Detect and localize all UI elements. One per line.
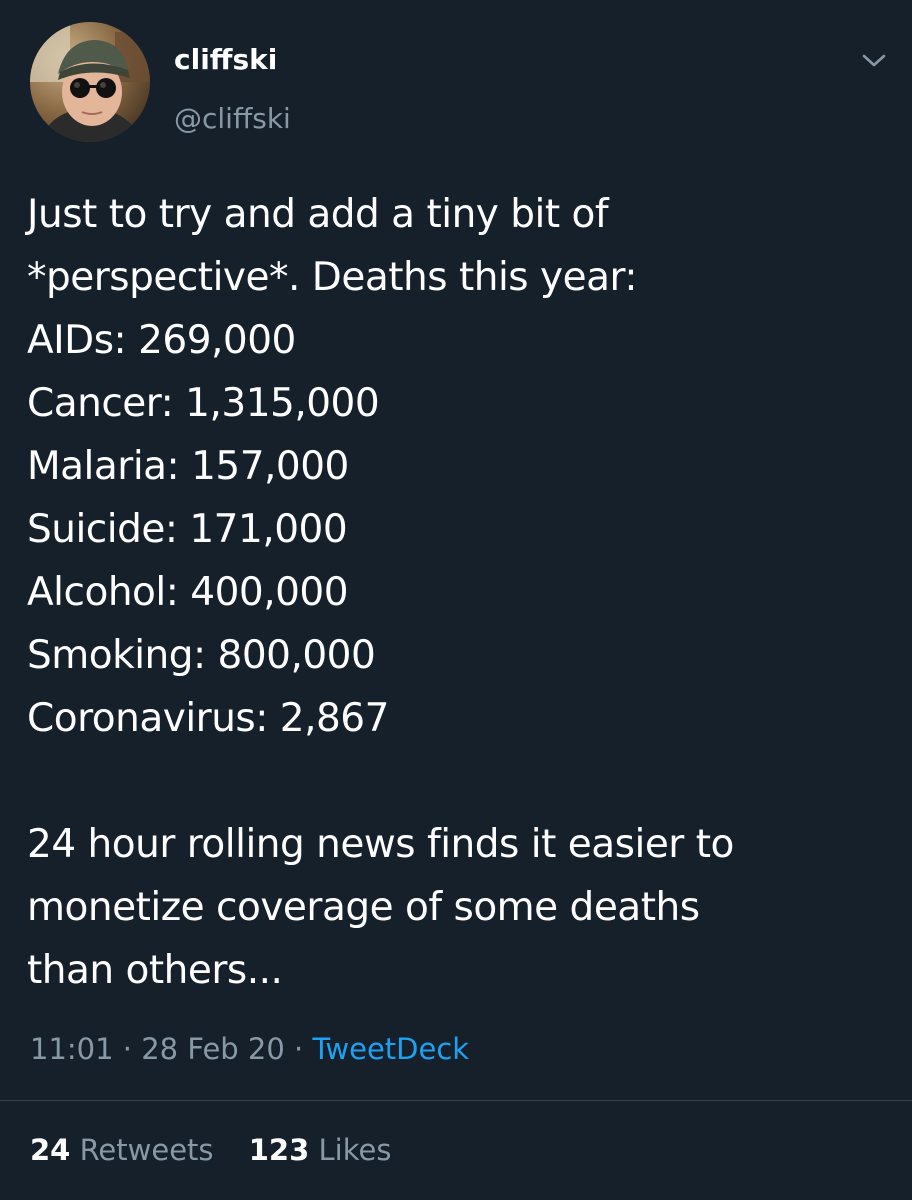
tweet-text-line: *perspective*. Deaths this year: bbox=[27, 255, 637, 300]
tweet-text-line: monetize coverage of some deaths bbox=[27, 885, 700, 930]
author-name[interactable]: cliffski bbox=[174, 42, 277, 78]
avatar-image bbox=[30, 22, 150, 142]
tweet-text: Just to try and add a tiny bit of *persp… bbox=[27, 183, 887, 1002]
tweet-text-line: 24 hour rolling news finds it easier to bbox=[27, 822, 734, 867]
avatar[interactable] bbox=[30, 22, 150, 142]
retweets-stat[interactable]: 24 Retweets bbox=[30, 1130, 214, 1170]
tweet-source-link[interactable]: TweetDeck bbox=[312, 1032, 469, 1066]
tweet-time[interactable]: 11:01 bbox=[30, 1032, 114, 1066]
tweet-text-line: than others... bbox=[27, 948, 283, 993]
tweet-text-line: Alcohol: 400,000 bbox=[27, 570, 349, 615]
chevron-down-icon bbox=[862, 54, 886, 67]
tweet-text-line: Cancer: 1,315,000 bbox=[27, 381, 380, 426]
tweet-meta: 11:01 · 28 Feb 20 · TweetDeck bbox=[30, 1029, 469, 1069]
likes-count: 123 bbox=[248, 1133, 310, 1167]
tweet-text-line: Coronavirus: 2,867 bbox=[27, 696, 389, 741]
tweet-text-line: Suicide: 171,000 bbox=[27, 507, 348, 552]
retweets-count: 24 bbox=[30, 1133, 71, 1167]
likes-stat[interactable]: 123 Likes bbox=[249, 1130, 392, 1170]
author-handle[interactable]: @cliffski bbox=[174, 101, 291, 137]
divider bbox=[0, 1100, 912, 1101]
tweet-text-line: AIDs: 269,000 bbox=[27, 318, 296, 363]
tweet: cliffski @cliffski Just to try and add a… bbox=[0, 0, 912, 1200]
tweet-text-line: Malaria: 157,000 bbox=[27, 444, 349, 489]
retweets-label: Retweets bbox=[79, 1133, 214, 1167]
tweet-text-line: Smoking: 800,000 bbox=[27, 633, 376, 678]
tweet-date[interactable]: 28 Feb 20 bbox=[141, 1032, 285, 1066]
meta-separator: · bbox=[122, 1032, 133, 1066]
meta-separator: · bbox=[294, 1032, 304, 1066]
tweet-text-line: Just to try and add a tiny bit of bbox=[27, 192, 609, 237]
likes-label: Likes bbox=[318, 1133, 392, 1167]
tweet-stats: 24 Retweets 123 Likes bbox=[30, 1130, 391, 1170]
more-options-button[interactable] bbox=[854, 44, 894, 78]
